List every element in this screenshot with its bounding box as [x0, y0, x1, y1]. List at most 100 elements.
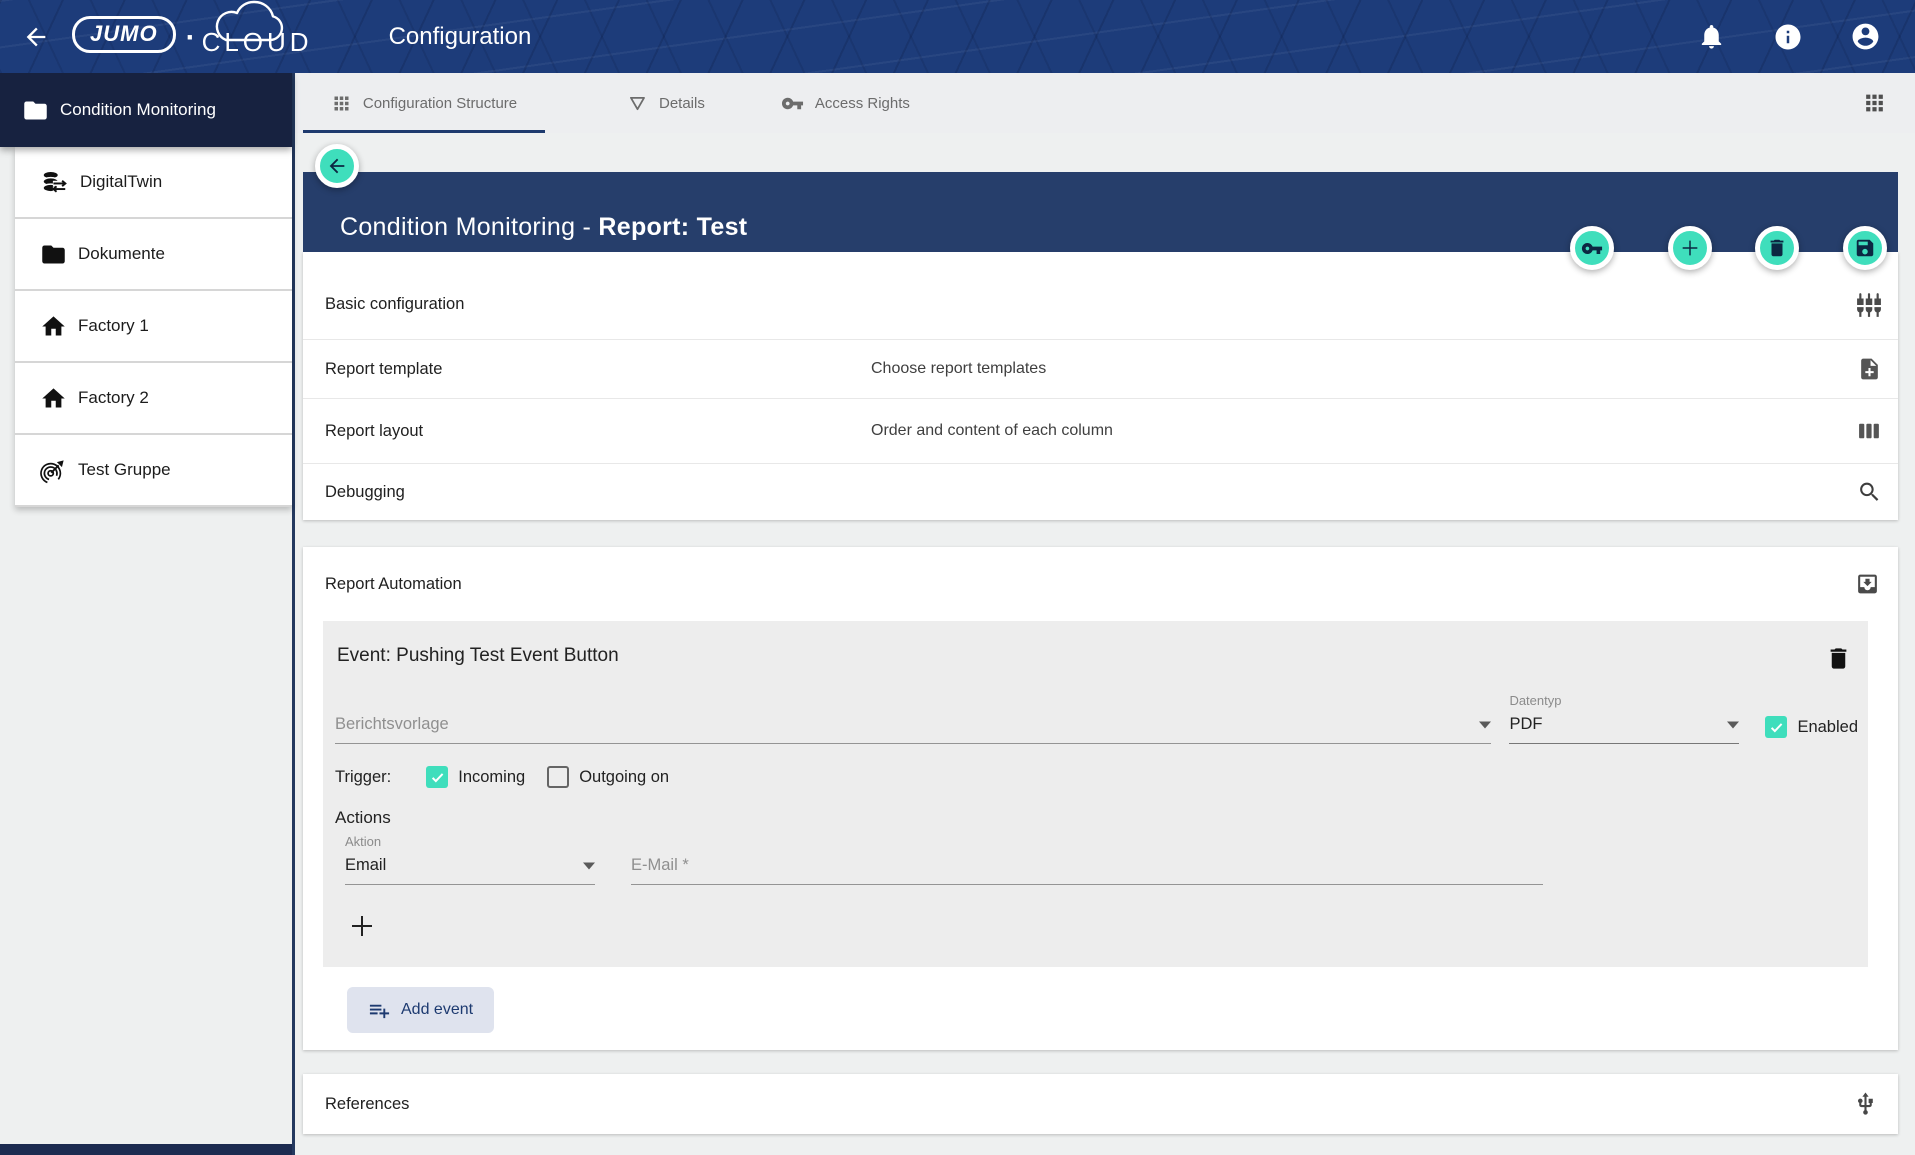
enabled-checkbox[interactable] — [1765, 716, 1787, 738]
sidebar-item-condition-monitoring[interactable]: Condition Monitoring — [0, 73, 292, 147]
sidebar-item-label: Factory 2 — [78, 388, 149, 408]
email-field[interactable] — [631, 856, 1543, 885]
sidebar-item-dokumente[interactable]: Dokumente — [15, 219, 292, 291]
chevron-down-icon — [583, 862, 595, 870]
home-icon — [40, 313, 67, 340]
event-delete-icon[interactable] — [1825, 645, 1852, 672]
row-report-layout[interactable]: Report layout Order and content of each … — [303, 399, 1898, 464]
add-button[interactable] — [1668, 226, 1712, 270]
back-arrow-icon[interactable] — [22, 23, 50, 51]
row-label: Report template — [325, 360, 442, 379]
select-label: Datentyp — [1509, 693, 1739, 708]
access-key-button[interactable] — [1570, 226, 1614, 270]
jumo-cloud-logo: JUMO · CLOUD — [72, 15, 313, 59]
add-event-button[interactable]: Add event — [347, 987, 494, 1033]
event-config-row: Berichtsvorlage Datentyp PDF — [335, 693, 1860, 744]
chevron-down-icon — [1727, 721, 1739, 729]
row-debugging[interactable]: Debugging — [303, 464, 1898, 520]
info-icon[interactable] — [1773, 22, 1803, 52]
section-title: Report Automation — [325, 575, 462, 594]
tab-configuration-structure[interactable]: Configuration Structure — [303, 73, 545, 133]
row-description: Order and content of each column — [871, 422, 1113, 440]
sidebar-item-test-gruppe[interactable]: Test Gruppe — [15, 435, 292, 507]
topbar-actions — [1697, 0, 1881, 73]
report-template-select[interactable]: Berichtsvorlage — [335, 715, 1491, 744]
button-label: Add event — [401, 1001, 473, 1019]
tabbar: Configuration Structure Details Access R… — [295, 73, 1915, 133]
basic-configuration-card: Basic configuration Report template Choo… — [303, 252, 1898, 520]
incoming-checkbox[interactable] — [426, 766, 448, 788]
sliders-icon[interactable] — [1856, 292, 1882, 318]
chevron-down-icon — [1479, 721, 1491, 729]
cloud-wordmark: CLOUD — [202, 29, 313, 55]
jumo-logo: JUMO — [72, 16, 176, 53]
columns-icon[interactable] — [1857, 419, 1882, 444]
add-action-plus-icon[interactable] — [347, 911, 377, 941]
actions-title: Actions — [335, 808, 1860, 828]
save-button[interactable] — [1843, 226, 1887, 270]
page-title: Condition Monitoring - Report: Test — [340, 213, 747, 242]
trigger-label: Trigger: — [335, 768, 391, 787]
tab-label: Details — [659, 95, 705, 112]
sidebar-item-label: Test Gruppe — [78, 460, 171, 480]
main-area: Configuration Structure Details Access R… — [295, 73, 1915, 1155]
digital-twin-icon — [40, 170, 69, 195]
trigger-row: Trigger: Incoming Outgoing on — [335, 766, 1860, 788]
key-icon — [781, 92, 804, 115]
sidebar-item-factory-2[interactable]: Factory 2 — [15, 363, 292, 435]
sidebar-item-factory-1[interactable]: Factory 1 — [15, 291, 292, 363]
row-report-template[interactable]: Report template Choose report templates — [303, 340, 1898, 399]
search-icon[interactable] — [1857, 480, 1882, 505]
event-card: Event: Pushing Test Event Button Bericht… — [323, 621, 1868, 967]
back-button[interactable] — [315, 144, 359, 188]
checkbox-label: Outgoing on — [579, 768, 669, 787]
action-select[interactable]: Aktion Email — [345, 834, 595, 885]
select-label: Aktion — [345, 834, 595, 849]
references-card[interactable]: References — [303, 1074, 1898, 1134]
sidebar-item-digitaltwin[interactable]: DigitalTwin — [15, 147, 292, 219]
sidebar-children: DigitalTwin Dokumente Factory 1 Factory … — [15, 147, 292, 507]
notifications-bell-icon[interactable] — [1697, 22, 1726, 51]
target-icon — [40, 457, 67, 484]
tab-label: Configuration Structure — [363, 95, 517, 112]
brand-separator: · — [186, 23, 196, 53]
usb-icon[interactable] — [1853, 1092, 1878, 1117]
action-row: Aktion Email — [345, 834, 1860, 885]
topbar: JUMO · CLOUD Configuration — [0, 0, 1915, 73]
page-title-prefix: Condition Monitoring - — [340, 213, 598, 241]
row-label: Basic configuration — [325, 295, 464, 314]
sidebar-item-label: Dokumente — [78, 244, 165, 264]
outgoing-checkbox[interactable] — [547, 766, 569, 788]
sidebar-item-label: DigitalTwin — [80, 172, 162, 192]
home-icon — [40, 385, 67, 412]
select-placeholder: Berichtsvorlage — [335, 715, 449, 734]
inbox-download-icon[interactable] — [1855, 572, 1880, 597]
row-label: Debugging — [325, 483, 405, 502]
datatype-select[interactable]: Datentyp PDF — [1509, 693, 1739, 744]
row-label: Report layout — [325, 422, 423, 441]
select-value: PDF — [1509, 715, 1542, 734]
sidebar-item-label: Factory 1 — [78, 316, 149, 336]
grid-icon — [331, 93, 352, 114]
section-title: References — [325, 1095, 409, 1114]
event-title: Event: Pushing Test Event Button — [337, 645, 1860, 667]
sidebar: Condition Monitoring — [0, 73, 295, 1155]
row-basic-configuration[interactable]: Basic configuration — [303, 252, 1898, 340]
select-value: Email — [345, 856, 386, 875]
tab-label: Access Rights — [815, 95, 910, 112]
sidebar-bottom-bar — [0, 1144, 292, 1155]
playlist-add-icon — [368, 999, 391, 1022]
folder-icon — [22, 97, 49, 124]
row-description: Choose report templates — [871, 360, 1046, 378]
enabled-field: Enabled — [1765, 716, 1858, 738]
delete-button[interactable] — [1755, 226, 1799, 270]
report-automation-header[interactable]: Report Automation — [303, 547, 1898, 621]
report-automation-card: Report Automation Event: Pushing Test Ev… — [303, 547, 1898, 1050]
cloud-logo: CLOUD — [202, 15, 313, 59]
tab-access-rights[interactable]: Access Rights — [769, 73, 922, 133]
apps-grid-icon[interactable] — [1862, 91, 1887, 116]
tab-details[interactable]: Details — [615, 73, 717, 133]
funnel-icon — [627, 93, 648, 114]
account-icon[interactable] — [1850, 21, 1881, 52]
note-add-icon[interactable] — [1857, 357, 1882, 382]
